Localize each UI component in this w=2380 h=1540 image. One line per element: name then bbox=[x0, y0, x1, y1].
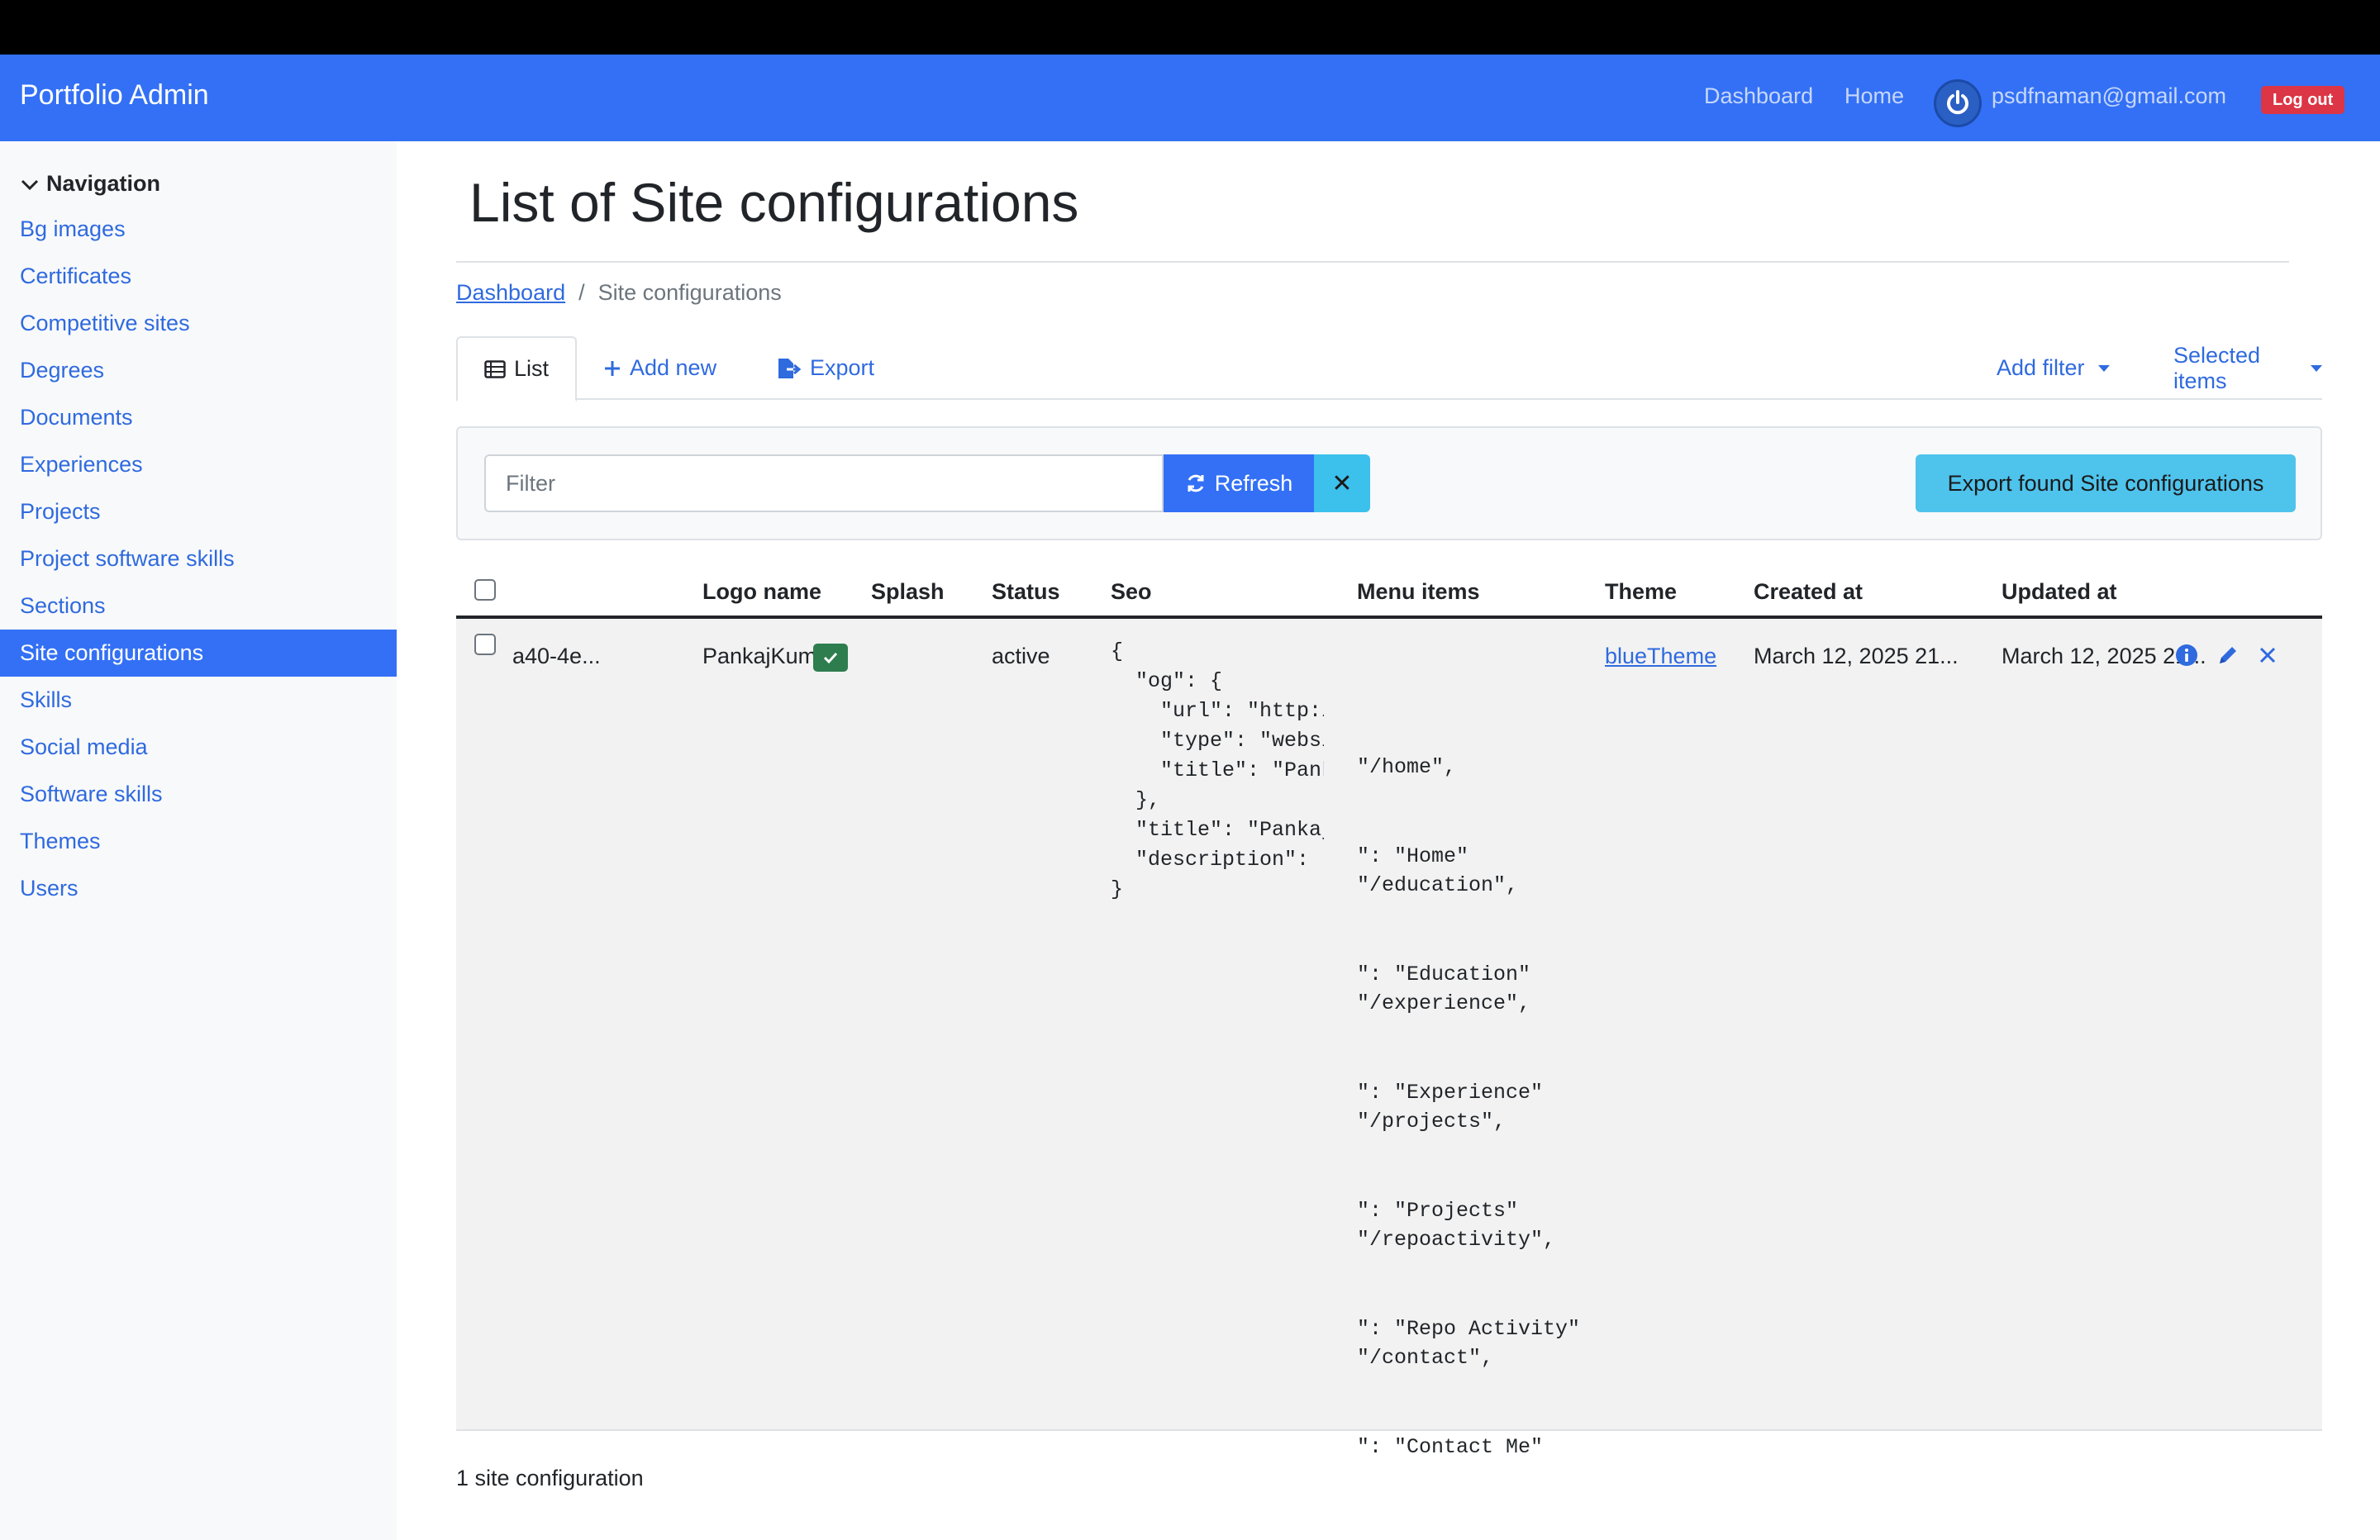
clear-filter-button[interactable]: ✕ bbox=[1314, 454, 1370, 512]
top-navbar: Portfolio Admin Dashboard Home psdfnaman… bbox=[0, 55, 2380, 141]
row-theme-link[interactable]: blueTheme bbox=[1605, 644, 1716, 669]
sidebar-item-social-media[interactable]: Social media bbox=[0, 724, 397, 771]
sidebar: Navigation Bg images Certificates Compet… bbox=[0, 141, 397, 1540]
column-header-updated-at[interactable]: Updated at bbox=[2002, 579, 2117, 605]
sidebar-item-sections[interactable]: Sections bbox=[0, 582, 397, 630]
menu-item-path: "/experience", bbox=[1357, 991, 1531, 1015]
refresh-button[interactable]: Refresh bbox=[1164, 454, 1314, 512]
title-divider bbox=[456, 261, 2289, 263]
selected-items-label: Selected items bbox=[2173, 342, 2261, 393]
power-icon bbox=[1947, 90, 1968, 115]
action-tabs: List Add new Export Add filter Selected … bbox=[456, 336, 2322, 402]
avatar[interactable] bbox=[1934, 79, 1982, 127]
tab-list-label: List bbox=[513, 356, 550, 381]
tab-export[interactable]: Export bbox=[777, 336, 874, 400]
add-filter-label: Add filter bbox=[1997, 355, 2085, 380]
list-icon bbox=[484, 359, 506, 378]
caret-down-icon bbox=[2097, 364, 2110, 372]
breadcrumb-separator: / bbox=[578, 280, 585, 305]
menu-item-entry: "/contact", ": "Contact Me" bbox=[1357, 1284, 1605, 1522]
refresh-label: Refresh bbox=[1214, 470, 1293, 496]
result-count: 1 site configuration bbox=[456, 1466, 644, 1490]
sidebar-item-projects[interactable]: Projects bbox=[0, 488, 397, 535]
nav-link-dashboard[interactable]: Dashboard bbox=[1704, 83, 1813, 109]
sidebar-item-skills[interactable]: Skills bbox=[0, 677, 397, 724]
row-id[interactable]: a40-4e... bbox=[512, 644, 601, 669]
sidebar-item-documents[interactable]: Documents bbox=[0, 394, 397, 441]
refresh-icon bbox=[1188, 474, 1204, 492]
select-all-checkbox[interactable] bbox=[474, 579, 496, 601]
splash-true-badge bbox=[813, 644, 848, 672]
sidebar-heading[interactable]: Navigation bbox=[20, 171, 160, 197]
row-seo-json: { "og": { "url": "http:/ "type": "websi … bbox=[1111, 639, 1324, 872]
column-header-status[interactable]: Status bbox=[992, 579, 1060, 605]
close-icon: ✕ bbox=[1331, 469, 1353, 497]
menu-item-path: "/home", bbox=[1357, 755, 1457, 779]
menu-item-path: "/contact", bbox=[1357, 1346, 1494, 1370]
filter-panel: Refresh ✕ Export found Site configuratio… bbox=[456, 426, 2322, 540]
sidebar-item-experiences[interactable]: Experiences bbox=[0, 441, 397, 488]
breadcrumb-current: Site configurations bbox=[597, 280, 782, 305]
column-header-menu-items[interactable]: Menu items bbox=[1357, 579, 1480, 605]
logout-button[interactable]: Log out bbox=[2261, 86, 2345, 114]
check-icon bbox=[823, 652, 838, 664]
table-header: Logo name Splash Status Seo Menu items T… bbox=[456, 561, 2322, 619]
plus-icon bbox=[605, 360, 620, 376]
filter-input[interactable] bbox=[484, 454, 1164, 512]
table-row: a40-4e... PankajKumar active { "og": { "… bbox=[456, 619, 2322, 1459]
caret-down-icon bbox=[2311, 364, 2322, 372]
tab-add-new-label: Add new bbox=[630, 355, 717, 380]
sidebar-item-bg-images[interactable]: Bg images bbox=[0, 206, 397, 253]
sidebar-item-competitive-sites[interactable]: Competitive sites bbox=[0, 300, 397, 347]
row-seo-json-close: } bbox=[1111, 877, 1124, 901]
tab-add-new[interactable]: Add new bbox=[603, 336, 716, 400]
column-header-seo[interactable]: Seo bbox=[1111, 579, 1152, 605]
menu-item-label: ": "Contact Me" bbox=[1357, 1435, 1544, 1459]
screen-top-bar bbox=[0, 0, 2380, 55]
column-header-created-at[interactable]: Created at bbox=[1754, 579, 1863, 605]
sidebar-item-project-software-skills[interactable]: Project software skills bbox=[0, 535, 397, 582]
user-email[interactable]: psdfnaman@gmail.com bbox=[1992, 83, 2226, 109]
sidebar-list: Bg images Certificates Competitive sites… bbox=[0, 206, 397, 912]
sidebar-item-users[interactable]: Users bbox=[0, 865, 397, 912]
tab-list[interactable]: List bbox=[456, 336, 577, 402]
sidebar-item-themes[interactable]: Themes bbox=[0, 818, 397, 865]
column-header-theme[interactable]: Theme bbox=[1605, 579, 1677, 605]
nav-link-home[interactable]: Home bbox=[1844, 83, 1904, 109]
export-found-button[interactable]: Export found Site configurations bbox=[1916, 454, 2296, 512]
tab-export-label: Export bbox=[810, 355, 875, 380]
row-actions bbox=[2175, 644, 2278, 667]
sidebar-item-certificates[interactable]: Certificates bbox=[0, 253, 397, 300]
row-created-at: March 12, 2025 21... bbox=[1754, 644, 1959, 668]
main-content: List of Site configurations Dashboard / … bbox=[397, 141, 2380, 1540]
row-status: active bbox=[992, 644, 1050, 668]
menu-item-path: "/repoactivity", bbox=[1357, 1228, 1556, 1252]
page-title: List of Site configurations bbox=[469, 172, 1079, 233]
sidebar-item-software-skills[interactable]: Software skills bbox=[0, 771, 397, 818]
menu-item-path: "/education", bbox=[1357, 873, 1519, 897]
column-header-logo-name[interactable]: Logo name bbox=[702, 579, 821, 605]
sidebar-heading-label: Navigation bbox=[46, 171, 161, 196]
breadcrumb-dashboard-link[interactable]: Dashboard bbox=[456, 280, 565, 306]
sidebar-item-degrees[interactable]: Degrees bbox=[0, 347, 397, 394]
brand-title[interactable]: Portfolio Admin bbox=[20, 79, 209, 112]
close-icon[interactable] bbox=[2258, 645, 2278, 665]
add-filter-dropdown[interactable]: Add filter bbox=[1997, 336, 2110, 400]
pencil-icon[interactable] bbox=[2216, 644, 2240, 667]
export-file-icon bbox=[778, 358, 802, 378]
breadcrumb: Dashboard / Site configurations bbox=[456, 280, 782, 306]
sidebar-item-site-configurations[interactable]: Site configurations bbox=[0, 630, 397, 677]
selected-items-dropdown[interactable]: Selected items bbox=[2173, 336, 2322, 400]
info-icon[interactable] bbox=[2175, 644, 2198, 667]
row-checkbox[interactable] bbox=[474, 634, 496, 655]
chevron-down-icon bbox=[21, 179, 39, 190]
column-header-splash[interactable]: Splash bbox=[871, 579, 945, 605]
menu-item-path: "/projects", bbox=[1357, 1110, 1507, 1134]
